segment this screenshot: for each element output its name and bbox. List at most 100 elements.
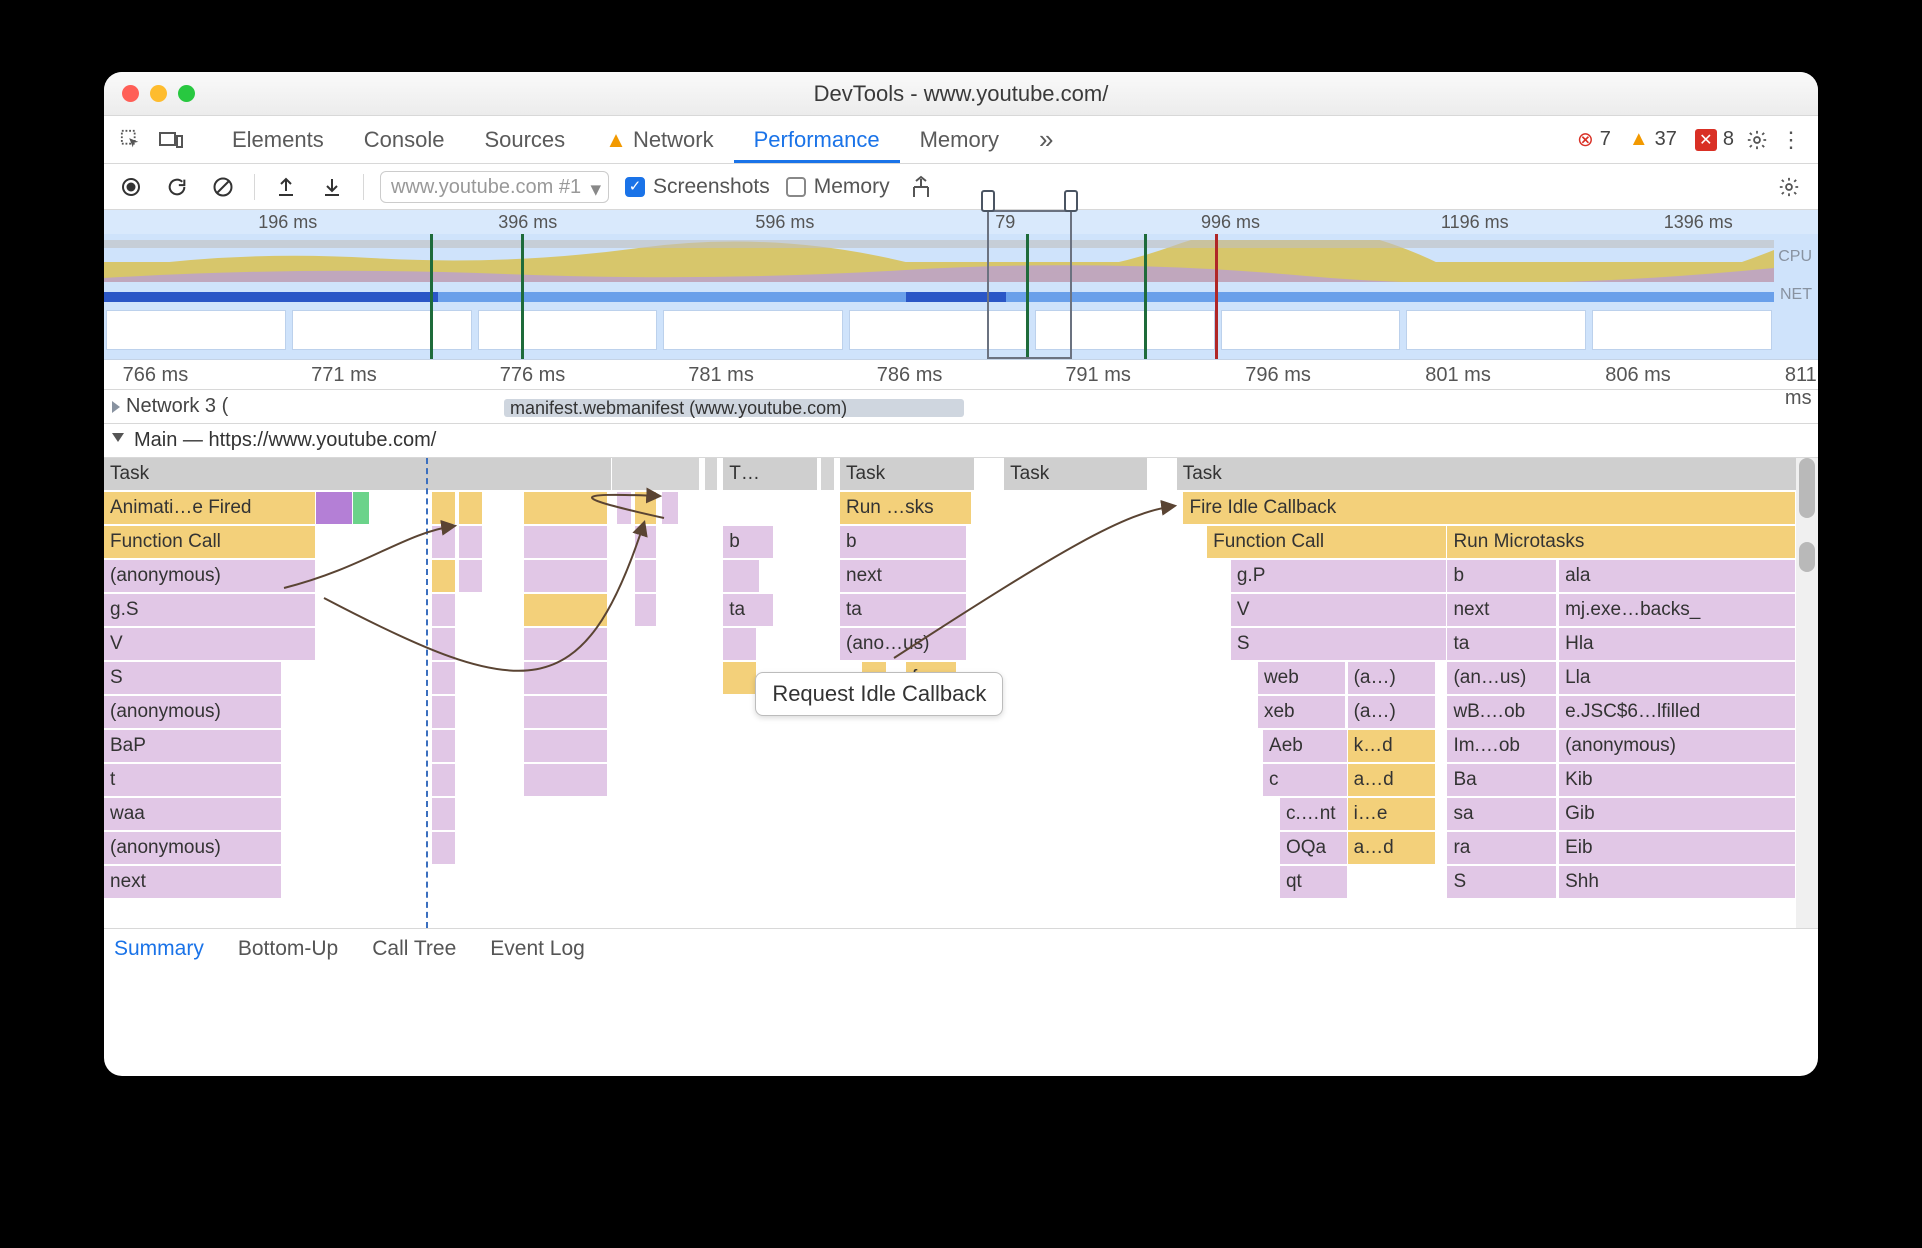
flame-block[interactable]: ta (840, 594, 967, 627)
flame-block[interactable]: Function Call (104, 526, 316, 559)
flame-block[interactable]: wB.…ob (1447, 696, 1557, 729)
flame-block[interactable] (353, 492, 370, 525)
flame-block[interactable]: Animati…e Fired (104, 492, 316, 525)
settings-icon[interactable] (1740, 129, 1774, 151)
clear-icon[interactable] (208, 172, 238, 202)
network-request-bar[interactable]: manifest.webmanifest (www.youtube.com) (504, 399, 964, 417)
flame-block[interactable] (432, 560, 456, 593)
flame-block[interactable]: (anonymous) (1559, 730, 1796, 763)
tab-elements[interactable]: Elements (212, 116, 344, 163)
flame-block[interactable] (432, 798, 456, 831)
flame-block[interactable] (432, 832, 456, 865)
flame-block[interactable]: Task (104, 458, 612, 491)
flame-block[interactable]: BaP (104, 730, 282, 763)
flame-block[interactable]: (a…) (1348, 696, 1436, 729)
flame-block[interactable]: ta (723, 594, 774, 627)
close-icon[interactable] (122, 85, 139, 102)
flame-block[interactable] (459, 526, 483, 559)
screenshots-toggle[interactable]: Screenshots (625, 175, 770, 199)
vertical-scrollbar[interactable] (1796, 458, 1818, 928)
flame-block[interactable] (723, 628, 757, 661)
flame-block[interactable] (635, 594, 657, 627)
flame-block[interactable]: S (1447, 866, 1557, 899)
overview-selection[interactable] (987, 210, 1073, 359)
flame-block[interactable]: Im.…ob (1447, 730, 1557, 763)
flame-block[interactable]: waa (104, 798, 282, 831)
upload-icon[interactable] (271, 172, 301, 202)
flame-block[interactable] (635, 560, 657, 593)
flame-block[interactable] (432, 730, 456, 763)
flame-block[interactable]: (anonymous) (104, 832, 282, 865)
selection-handle-right[interactable] (1064, 190, 1078, 212)
issue-counters[interactable]: ⊗7 ▲37 ✕8 (1571, 127, 1740, 152)
minimize-icon[interactable] (150, 85, 167, 102)
flame-block[interactable]: V (1231, 594, 1448, 627)
flame-block[interactable]: a…d (1348, 764, 1436, 797)
flame-block[interactable] (524, 628, 609, 661)
flame-block[interactable]: g.P (1231, 560, 1448, 593)
flame-block[interactable]: next (104, 866, 282, 899)
overview-minimap[interactable]: 196 ms396 ms596 ms79996 ms1196 ms1396 ms… (104, 210, 1818, 360)
flame-block[interactable] (635, 492, 657, 525)
flame-block[interactable]: (ano…us) (840, 628, 967, 661)
flame-block[interactable]: ra (1447, 832, 1557, 865)
flame-block[interactable] (524, 764, 609, 797)
flame-block[interactable] (316, 492, 353, 525)
flame-block[interactable]: c (1263, 764, 1348, 797)
download-icon[interactable] (317, 172, 347, 202)
flame-block[interactable]: Task (1004, 458, 1148, 491)
flame-block[interactable]: c.…nt (1280, 798, 1348, 831)
zoom-icon[interactable] (178, 85, 195, 102)
flame-block[interactable] (432, 696, 456, 729)
tab-call-tree[interactable]: Call Tree (372, 937, 456, 961)
flame-block[interactable]: Run …sks (840, 492, 972, 525)
flame-block[interactable]: Task (1177, 458, 1803, 491)
flame-block[interactable]: V (104, 628, 316, 661)
flame-block[interactable] (524, 526, 609, 559)
flame-block[interactable]: next (1447, 594, 1557, 627)
flame-block[interactable] (662, 492, 679, 525)
flame-block[interactable]: Run Microtasks (1447, 526, 1796, 559)
main-track-header[interactable]: Main — https://www.youtube.com/ (104, 424, 1818, 458)
flame-block[interactable] (821, 458, 835, 491)
flame-block[interactable] (524, 696, 609, 729)
flame-block[interactable]: web (1258, 662, 1346, 695)
flame-block[interactable]: i…e (1348, 798, 1436, 831)
flame-block[interactable] (524, 662, 609, 695)
collect-garbage-icon[interactable] (906, 172, 936, 202)
flame-block[interactable]: Kib (1559, 764, 1796, 797)
inspect-icon[interactable] (114, 123, 148, 157)
flame-block[interactable]: Task (840, 458, 975, 491)
flame-block[interactable] (432, 662, 456, 695)
flame-block[interactable] (432, 492, 456, 525)
expand-icon[interactable] (112, 401, 120, 413)
memory-toggle[interactable]: Memory (786, 175, 890, 199)
flame-block[interactable]: Ba (1447, 764, 1557, 797)
flame-block[interactable]: Function Call (1207, 526, 1447, 559)
flame-block[interactable] (432, 594, 456, 627)
flame-block[interactable] (723, 560, 760, 593)
flame-block[interactable]: t (104, 764, 282, 797)
flame-block[interactable] (524, 730, 609, 763)
flame-block[interactable]: OQa (1280, 832, 1348, 865)
flame-block[interactable]: Fire Idle Callback (1183, 492, 1796, 525)
flame-block[interactable]: ala (1559, 560, 1796, 593)
flame-block[interactable]: Aeb (1263, 730, 1348, 763)
flame-block[interactable] (524, 560, 609, 593)
flame-block[interactable] (635, 526, 657, 559)
flame-block[interactable] (459, 560, 483, 593)
flame-block[interactable]: Hla (1559, 628, 1796, 661)
tabs-overflow[interactable]: » (1019, 116, 1073, 163)
selection-handle-left[interactable] (981, 190, 995, 212)
flame-block[interactable]: Gib (1559, 798, 1796, 831)
flame-block[interactable] (459, 492, 483, 525)
flame-block[interactable]: a…d (1348, 832, 1436, 865)
flame-block[interactable] (432, 628, 456, 661)
flame-block[interactable]: g.S (104, 594, 316, 627)
flame-block[interactable]: (an…us) (1447, 662, 1557, 695)
flame-block[interactable]: Eib (1559, 832, 1796, 865)
flame-block[interactable]: b (840, 526, 967, 559)
flame-block[interactable]: b (723, 526, 774, 559)
flame-block[interactable] (617, 492, 632, 525)
flame-block[interactable] (612, 458, 700, 491)
